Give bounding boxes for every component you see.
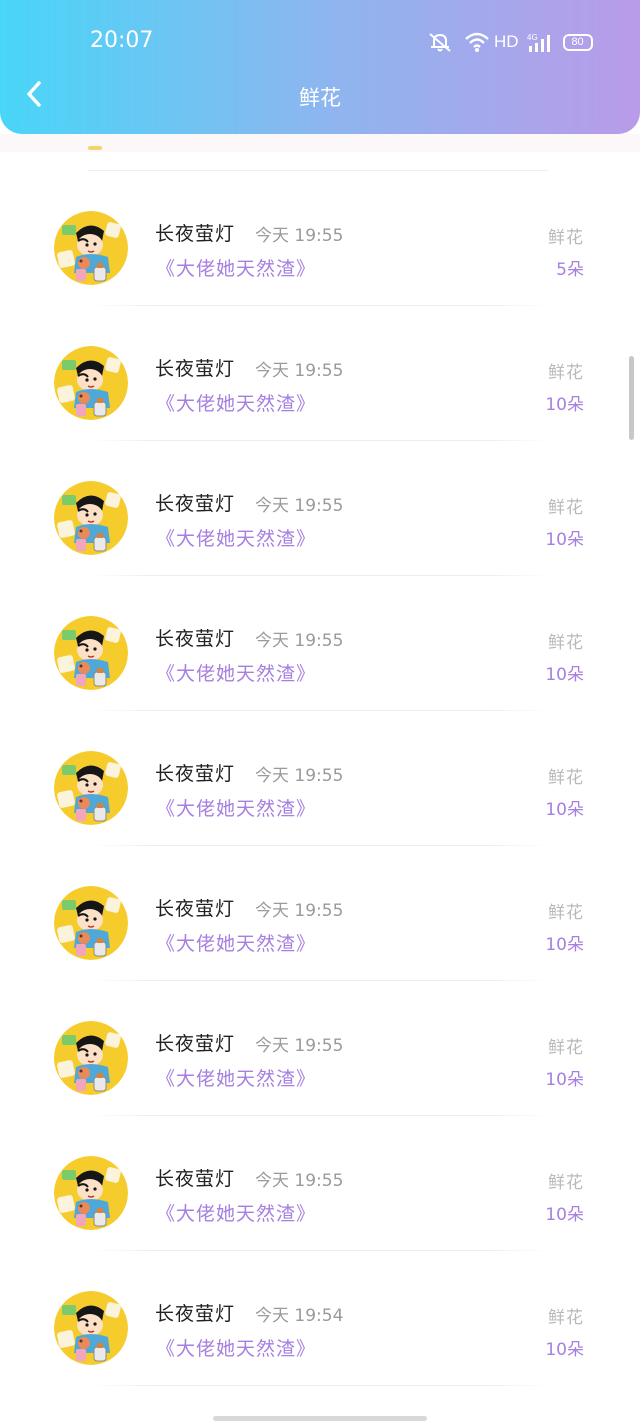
avatar[interactable] (54, 346, 128, 420)
wifi-icon (464, 31, 490, 53)
timestamp: 今天 19:55 (255, 766, 344, 786)
status-time: 20:07 (90, 28, 154, 53)
gift-record-list: 长夜萤灯 今天 19:55 《大佬她天然渣》 鲜花 5朵 长夜萤灯 今天 19:… (0, 171, 640, 1386)
list-item[interactable]: 长夜萤灯 今天 19:55 《大佬她天然渣》 鲜花 10朵 (0, 306, 640, 441)
avatar[interactable] (54, 1291, 128, 1365)
avatar[interactable] (54, 886, 128, 960)
cartoon-avatar-icon (54, 1156, 128, 1230)
avatar[interactable] (54, 481, 128, 555)
gift-type: 鲜花 (548, 633, 584, 653)
cartoon-avatar-icon (54, 1021, 128, 1095)
avatar[interactable] (54, 1156, 128, 1230)
cartoon-avatar-icon (54, 346, 128, 420)
cartoon-avatar-icon (54, 886, 128, 960)
gift-count: 5朵 (556, 260, 584, 280)
list-item[interactable]: 长夜萤灯 今天 19:55 《大佬她天然渣》 鲜花 10朵 (0, 846, 640, 981)
bell-off-icon (426, 31, 454, 53)
list-item[interactable]: 长夜萤灯 今天 19:55 《大佬她天然渣》 鲜花 5朵 (0, 171, 640, 306)
book-title-link[interactable]: 《大佬她天然渣》 (156, 524, 316, 551)
gift-type: 鲜花 (548, 498, 584, 518)
gift-count: 10朵 (545, 665, 584, 685)
timestamp: 今天 19:55 (255, 361, 344, 381)
avatar[interactable] (54, 751, 128, 825)
book-title-link[interactable]: 《大佬她天然渣》 (156, 659, 316, 686)
username[interactable]: 长夜萤灯 (155, 1164, 235, 1191)
list-item[interactable]: 长夜萤灯 今天 19:54 《大佬她天然渣》 鲜花 10朵 (0, 1251, 640, 1386)
book-title-link[interactable]: 《大佬她天然渣》 (156, 794, 316, 821)
timestamp: 今天 19:55 (255, 496, 344, 516)
username[interactable]: 长夜萤灯 (155, 219, 235, 246)
gift-count: 10朵 (545, 1205, 584, 1225)
gift-type: 鲜花 (548, 1038, 584, 1058)
gift-count: 10朵 (545, 935, 584, 955)
avatar[interactable] (54, 1021, 128, 1095)
page-title: 鲜花 (299, 86, 341, 110)
timestamp: 今天 19:55 (255, 901, 344, 921)
username[interactable]: 长夜萤灯 (155, 1029, 235, 1056)
gift-type: 鲜花 (548, 1173, 584, 1193)
gift-count: 10朵 (545, 800, 584, 820)
list-item[interactable]: 长夜萤灯 今天 19:55 《大佬她天然渣》 鲜花 10朵 (0, 1116, 640, 1251)
username[interactable]: 长夜萤灯 (155, 354, 235, 381)
book-title-link[interactable]: 《大佬她天然渣》 (156, 389, 316, 416)
cartoon-avatar-icon (54, 751, 128, 825)
cartoon-avatar-icon (54, 616, 128, 690)
timestamp: 今天 19:55 (255, 226, 344, 246)
status-icons: HD 4G 80 (426, 30, 593, 54)
timestamp: 今天 19:55 (255, 1036, 344, 1056)
username[interactable]: 长夜萤灯 (155, 489, 235, 516)
gift-type: 鲜花 (548, 768, 584, 788)
list-item[interactable]: 长夜萤灯 今天 19:55 《大佬她天然渣》 鲜花 10朵 (0, 981, 640, 1116)
book-title-link[interactable]: 《大佬她天然渣》 (156, 929, 316, 956)
list-item[interactable]: 长夜萤灯 今天 19:55 《大佬她天然渣》 鲜花 10朵 (0, 441, 640, 576)
book-title-link[interactable]: 《大佬她天然渣》 (156, 254, 316, 281)
gift-count: 10朵 (545, 1070, 584, 1090)
cartoon-avatar-icon (54, 211, 128, 285)
username[interactable]: 长夜萤灯 (155, 759, 235, 786)
svg-text:4G: 4G (527, 33, 538, 42)
partial-item-edge (88, 146, 102, 150)
book-title-link[interactable]: 《大佬她天然渣》 (156, 1334, 316, 1361)
list-item[interactable]: 长夜萤灯 今天 19:55 《大佬她天然渣》 鲜花 10朵 (0, 576, 640, 711)
home-indicator[interactable] (213, 1416, 427, 1421)
timestamp: 今天 19:55 (255, 631, 344, 651)
signal-4g-icon: 4G (525, 31, 555, 53)
username[interactable]: 长夜萤灯 (155, 624, 235, 651)
timestamp: 今天 19:54 (255, 1306, 344, 1326)
list-item[interactable]: 长夜萤灯 今天 19:55 《大佬她天然渣》 鲜花 10朵 (0, 711, 640, 846)
username[interactable]: 长夜萤灯 (155, 1299, 235, 1326)
gift-type: 鲜花 (548, 1308, 584, 1328)
battery-indicator: 80 (562, 33, 593, 51)
network-label: HD (494, 32, 519, 51)
scrollbar[interactable] (629, 356, 634, 440)
gift-type: 鲜花 (548, 363, 584, 383)
gift-type: 鲜花 (548, 903, 584, 923)
timestamp: 今天 19:55 (255, 1171, 344, 1191)
avatar[interactable] (54, 211, 128, 285)
gift-count: 10朵 (545, 1340, 584, 1360)
username[interactable]: 长夜萤灯 (155, 894, 235, 921)
cartoon-avatar-icon (54, 481, 128, 555)
gift-type: 鲜花 (548, 228, 584, 248)
app-header: 20:07 HD 4G 80 鲜花 (0, 0, 640, 134)
book-title-link[interactable]: 《大佬她天然渣》 (156, 1199, 316, 1226)
avatar[interactable] (54, 616, 128, 690)
gift-count: 10朵 (545, 530, 584, 550)
gift-count: 10朵 (545, 395, 584, 415)
cartoon-avatar-icon (54, 1291, 128, 1365)
book-title-link[interactable]: 《大佬她天然渣》 (156, 1064, 316, 1091)
